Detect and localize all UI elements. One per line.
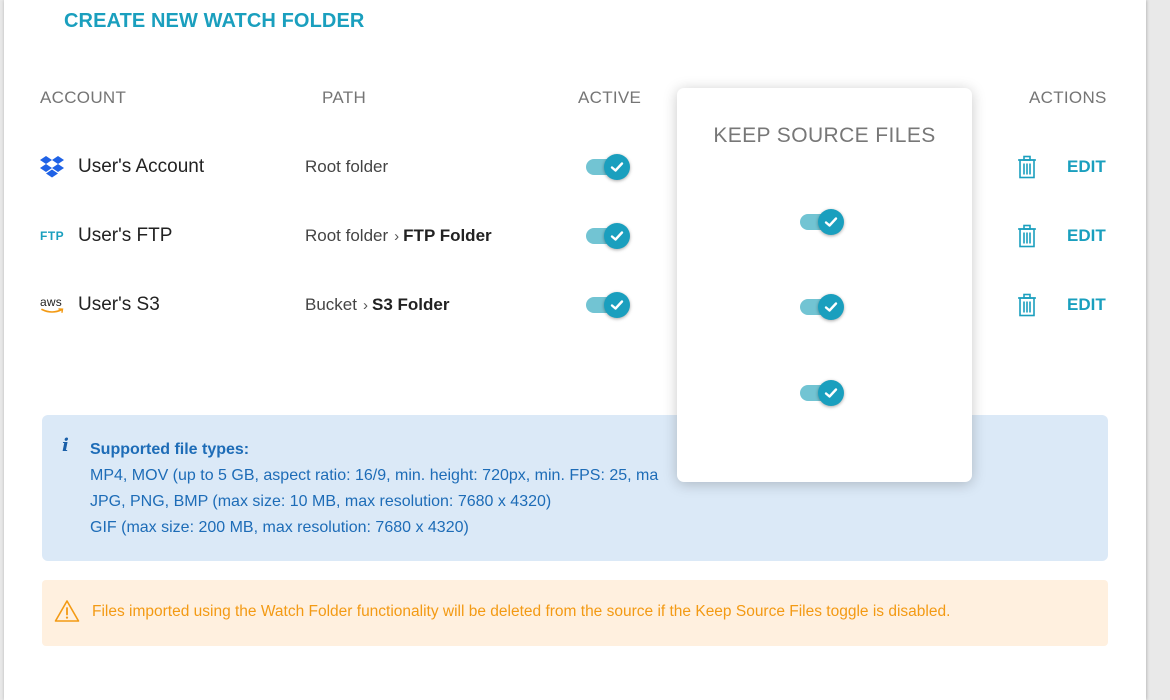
info-line: MP4, MOV (up to 5 GB, aspect ratio: 16/9… <box>90 467 659 484</box>
keep-source-toggle[interactable] <box>800 380 844 406</box>
info-line: JPG, PNG, BMP (max size: 10 MB, max reso… <box>90 493 552 510</box>
info-title: Supported file types: <box>90 441 250 458</box>
table-row: User's Account Root folder EDIT <box>4 147 1146 187</box>
warning-banner: Files imported using the Watch Folder fu… <box>42 580 1108 646</box>
keep-source-toggle[interactable] <box>800 294 844 320</box>
info-line: GIF (max size: 200 MB, max resolution: 7… <box>90 519 469 536</box>
column-header-account: ACCOUNT <box>40 88 127 107</box>
popover-title: KEEP SOURCE FILES <box>713 124 936 147</box>
edit-button[interactable]: EDIT <box>1067 216 1106 256</box>
chevron-right-icon: › <box>362 297 368 314</box>
path-root: Root folder <box>305 157 389 176</box>
chevron-right-icon: › <box>394 228 400 245</box>
watch-folder-panel: CREATE NEW WATCH FOLDER ACCOUNT PATH ACT… <box>4 0 1146 700</box>
column-header-actions: ACTIONS <box>1029 88 1107 107</box>
keep-source-files-popover: KEEP SOURCE FILES <box>677 88 972 482</box>
folder-path: Root folder <box>305 147 388 187</box>
path-root: Root folder <box>305 226 389 245</box>
ftp-icon: FTP <box>40 229 65 243</box>
keep-source-toggle[interactable] <box>800 209 844 235</box>
folder-path: Bucket › S3 Folder <box>305 285 449 326</box>
create-new-watch-folder-link[interactable]: CREATE NEW WATCH FOLDER <box>64 10 364 33</box>
folder-path: Root folder › FTP Folder <box>305 216 492 257</box>
active-toggle[interactable] <box>586 154 630 180</box>
path-folder: S3 Folder <box>371 295 450 314</box>
trash-icon[interactable] <box>1014 292 1040 318</box>
account-name: User's S3 <box>78 294 160 315</box>
active-toggle[interactable] <box>586 223 630 249</box>
column-header-active: ACTIVE <box>578 88 642 107</box>
info-icon: i <box>62 435 69 456</box>
dropbox-icon <box>40 147 72 187</box>
trash-icon[interactable] <box>1014 223 1040 249</box>
trash-icon[interactable] <box>1014 154 1040 180</box>
aws-icon: aws <box>40 285 72 325</box>
account-name: User's FTP <box>78 225 173 246</box>
edit-button[interactable]: EDIT <box>1067 147 1106 187</box>
table-row: aws User's S3 Bucket › S3 Folder EDIT <box>4 285 1146 325</box>
active-toggle[interactable] <box>586 292 630 318</box>
warning-text: Files imported using the Watch Folder fu… <box>92 603 951 620</box>
column-header-path: PATH <box>322 88 367 107</box>
path-root: Bucket <box>305 295 357 314</box>
edit-button[interactable]: EDIT <box>1067 285 1106 325</box>
check-icon <box>604 223 630 249</box>
check-icon <box>818 380 844 406</box>
account-name: User's Account <box>78 156 205 177</box>
table-row: FTP User's FTP Root folder › FTP Folder ED… <box>4 216 1146 256</box>
check-icon <box>604 292 630 318</box>
check-icon <box>604 154 630 180</box>
check-icon <box>818 294 844 320</box>
info-text: Supported file types: MP4, MOV (up to 5 … <box>90 437 658 541</box>
warning-icon <box>54 599 80 623</box>
check-icon <box>818 209 844 235</box>
path-folder: FTP Folder <box>403 226 492 245</box>
